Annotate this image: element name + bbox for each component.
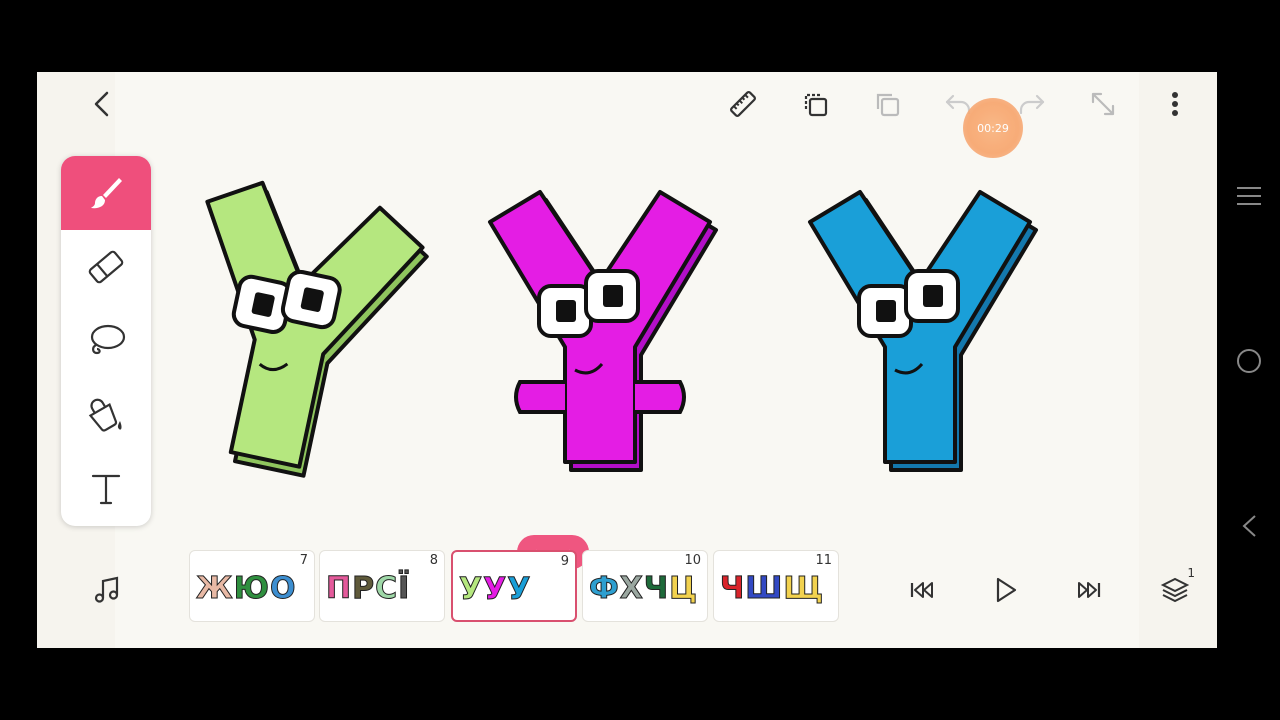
- tool-palette: [61, 156, 151, 526]
- paint-bucket-icon: [88, 398, 122, 432]
- system-back-button[interactable]: [1232, 509, 1266, 543]
- tool-eraser[interactable]: [61, 230, 151, 304]
- frame-thumbnail-letter: У: [507, 572, 531, 608]
- frame-thumbnail-letter: Ї: [398, 571, 410, 607]
- tool-lasso[interactable]: [61, 304, 151, 378]
- copy-button[interactable]: [865, 82, 909, 126]
- frame-thumbnail-letter: Ф: [589, 571, 620, 607]
- expand-icon: [1091, 92, 1115, 116]
- onion-skin-icon: [1160, 577, 1190, 603]
- first-frame-button[interactable]: [900, 568, 944, 612]
- frame-thumbnail-letter: Щ: [783, 571, 824, 607]
- frame-thumbnail-letter: Ж: [196, 571, 234, 607]
- expand-button[interactable]: [1081, 82, 1125, 126]
- timeline-frame[interactable]: 10 ФХЧЦ: [582, 550, 708, 622]
- system-home-button[interactable]: [1232, 344, 1266, 378]
- ruler-icon: [730, 91, 756, 117]
- frame-thumbnail: ПРСЇ: [325, 563, 438, 615]
- app-screen: 00:29 ‹ › 1 7ЖЮОЮ8ПРСЇ: [37, 72, 1217, 648]
- layers-icon: [804, 93, 828, 117]
- onion-skin-button[interactable]: 1: [1153, 566, 1197, 612]
- music-button[interactable]: [85, 568, 129, 612]
- frame-thumbnail: ЖЮОЮ: [196, 563, 308, 615]
- brush-icon: [91, 178, 122, 209]
- frame-thumbnail-letter: С: [375, 571, 398, 607]
- frame-thumbnail-letter: У: [458, 572, 483, 608]
- tool-text[interactable]: [61, 452, 151, 526]
- skip-back-icon: [910, 582, 933, 598]
- timeline-frame[interactable]: 7ЖЮОЮ: [189, 550, 315, 622]
- tool-fill[interactable]: [61, 378, 151, 452]
- text-icon: [91, 474, 121, 505]
- frame-thumbnail-letter: Ч: [643, 571, 669, 607]
- frame-thumbnail-letter: Ш: [745, 571, 783, 607]
- timeline-frame[interactable]: 9 УУУ: [451, 550, 577, 622]
- last-frame-button[interactable]: [1067, 568, 1111, 612]
- recording-timer: 00:29: [963, 98, 1023, 158]
- frame-thumbnail-letter: Ю: [233, 571, 269, 607]
- frame-thumbnail-letter: У: [483, 572, 507, 608]
- letter-y-character-1: [205, 180, 429, 478]
- frame-thumbnail: УУУ: [458, 564, 569, 616]
- frame-thumbnail: ЧШЩ: [719, 563, 832, 615]
- back-button[interactable]: [81, 82, 125, 126]
- system-menu-button[interactable]: [1232, 179, 1266, 213]
- play-icon: [996, 577, 1017, 603]
- layers-button[interactable]: [793, 82, 837, 126]
- home-circle-icon: [1237, 349, 1261, 373]
- menu-icon: [1237, 187, 1261, 205]
- frame-thumbnail-letter: Ю: [196, 615, 231, 621]
- frame-thumbnail-letter: Р: [352, 571, 375, 607]
- system-nav-bar: [1217, 0, 1280, 720]
- frame-thumbnail-letter: О: [269, 571, 296, 607]
- play-button[interactable]: [983, 568, 1027, 612]
- back-triangle-icon: [1242, 515, 1256, 537]
- more-options-button[interactable]: [1153, 82, 1197, 126]
- onion-skin-count: 1: [1187, 566, 1195, 580]
- letter-y-character-2: [488, 190, 718, 472]
- frame-thumbnail-letter: Х: [619, 571, 643, 607]
- frame-thumbnail-letter: Ц: [669, 571, 698, 607]
- frame-thumbnail-letter: П: [325, 571, 352, 607]
- copy-icon: [876, 93, 900, 117]
- ruler-button[interactable]: [721, 82, 765, 126]
- skip-forward-icon: [1078, 582, 1101, 598]
- frame-thumbnail: ФХЧЦ: [589, 563, 701, 615]
- tool-brush[interactable]: [61, 156, 151, 230]
- lasso-icon: [90, 324, 126, 355]
- more-vertical-icon: [1172, 92, 1178, 116]
- music-icon: [94, 576, 119, 603]
- letter-y-character-3: [808, 190, 1038, 472]
- timeline-frame[interactable]: 11 ЧШЩ: [713, 550, 839, 622]
- chevron-left-icon: [94, 91, 109, 117]
- frame-thumbnail-letter: Ч: [719, 571, 745, 607]
- timeline-frame[interactable]: 8 ПРСЇ: [319, 550, 445, 622]
- eraser-icon: [88, 250, 124, 284]
